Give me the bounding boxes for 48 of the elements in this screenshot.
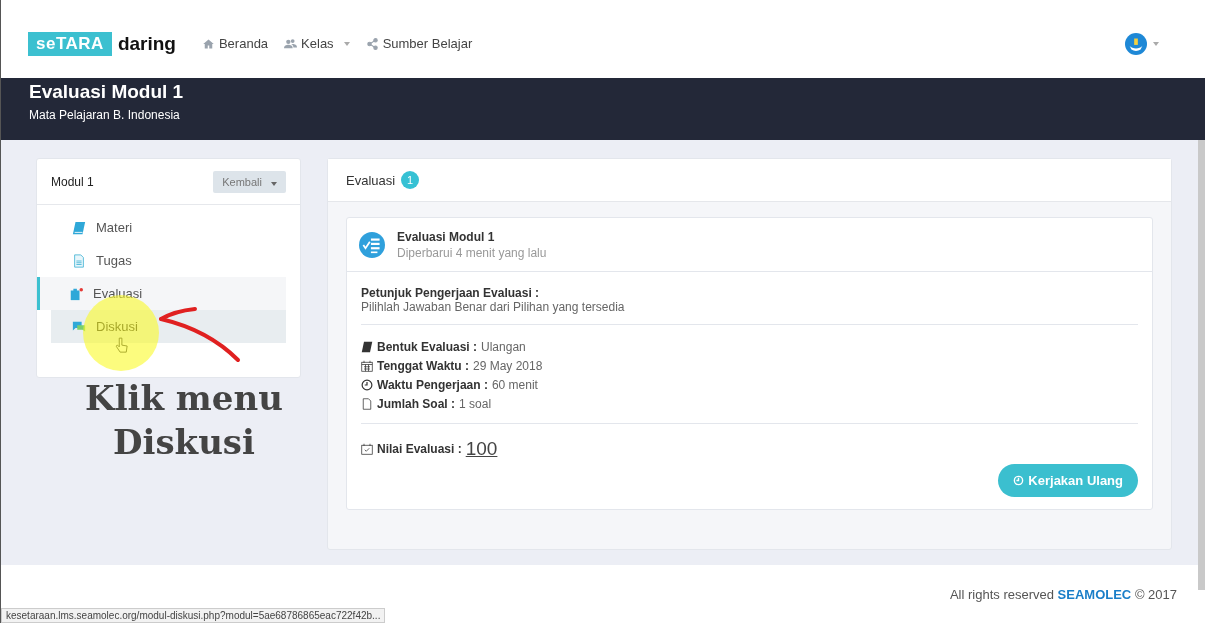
detail-label: Tenggat Waktu : — [377, 358, 469, 373]
sidebar-item[interactable]: Evaluasi — [37, 277, 286, 310]
detail-value: 1 soal — [459, 396, 492, 411]
detail-value: 29 May 2018 — [473, 358, 543, 373]
clock-icon — [1013, 475, 1025, 486]
clipboard-icon — [69, 286, 83, 301]
checklist-icon — [359, 231, 385, 258]
nav-link[interactable]: Beranda — [201, 36, 269, 51]
sidebar-item[interactable]: Tugas — [51, 244, 286, 277]
count-badge: 1 — [401, 171, 420, 189]
score-value: 100 — [465, 438, 498, 460]
updated-time: Diperbarui 4 menit yang lalu — [397, 245, 547, 260]
detail-label: Waktu Pengerjaan : — [377, 377, 488, 392]
chat-icon — [72, 319, 86, 334]
nav-link[interactable]: Sumber Belajar — [365, 36, 473, 51]
users-icon — [284, 37, 298, 50]
instructions-label: Petunjuk Pengerjaan Evaluasi : — [361, 286, 541, 300]
panel-title: Evaluasi — [346, 172, 396, 188]
logo-text[interactable]: daring — [117, 32, 176, 55]
annotation-caption: Klik menu Diskusi — [84, 377, 284, 465]
document-icon — [72, 253, 86, 268]
hand-cursor-icon — [114, 337, 128, 355]
sidebar-item[interactable]: Materi — [51, 211, 286, 244]
scrollbar[interactable] — [1198, 140, 1205, 590]
detail-value: 60 menit — [491, 377, 538, 392]
page-title: Evaluasi Modul 1 — [29, 81, 185, 103]
clock-icon — [361, 378, 373, 391]
back-button[interactable]: Kembali — [213, 170, 286, 193]
copyright-text: All rights reserved SEAMOLEC © 2017 — [949, 586, 1177, 602]
module-title: Modul 1 — [51, 174, 94, 189]
detail-label: Jumlah Soal : — [377, 396, 456, 411]
status-bar-url: kesetaraan.lms.seamolec.org/modul-diskusi.php?modul=5ae68786865eac722f42b... — [1, 608, 386, 623]
nav-link[interactable]: Kelas — [284, 36, 350, 51]
book-icon — [72, 220, 86, 235]
instructions-text: Pilihlah Jawaban Benar dari Pilihan yang tersedia — [361, 300, 626, 314]
book-icon — [361, 340, 373, 353]
detail-value: Ulangan — [481, 339, 526, 354]
card-title: Evaluasi Modul 1 — [397, 229, 496, 244]
calendar-icon — [361, 359, 373, 372]
emblem-avatar[interactable] — [1125, 32, 1147, 55]
file-icon — [361, 397, 373, 410]
detail-label: Bentuk Evaluasi : — [377, 339, 478, 354]
score-label: Nilai Evaluasi : — [377, 442, 462, 456]
caret-icon[interactable] — [1153, 41, 1159, 46]
page-subtitle: Mata Pelajaran B. Indonesia — [29, 108, 181, 122]
share-icon — [365, 37, 379, 50]
calendar-check-icon — [361, 443, 373, 455]
home-icon — [201, 37, 215, 50]
